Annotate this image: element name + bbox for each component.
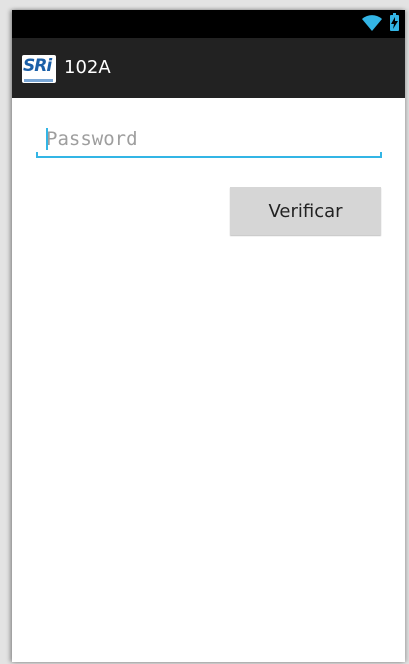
password-input[interactable] (36, 122, 382, 156)
action-bar: SRi 102A (12, 38, 405, 98)
password-underline (36, 152, 382, 158)
text-cursor (46, 128, 48, 150)
status-bar (12, 10, 405, 38)
verify-button[interactable]: Verificar (230, 187, 381, 235)
battery-charging-icon (390, 13, 399, 31)
password-field[interactable] (36, 122, 382, 158)
sri-logo-icon: SRi (22, 55, 56, 83)
logo-text: SRi (23, 56, 52, 76)
app-title: 102A (64, 57, 111, 78)
phone-screen: SRi 102A Verificar (12, 10, 405, 662)
wifi-icon (362, 15, 382, 31)
